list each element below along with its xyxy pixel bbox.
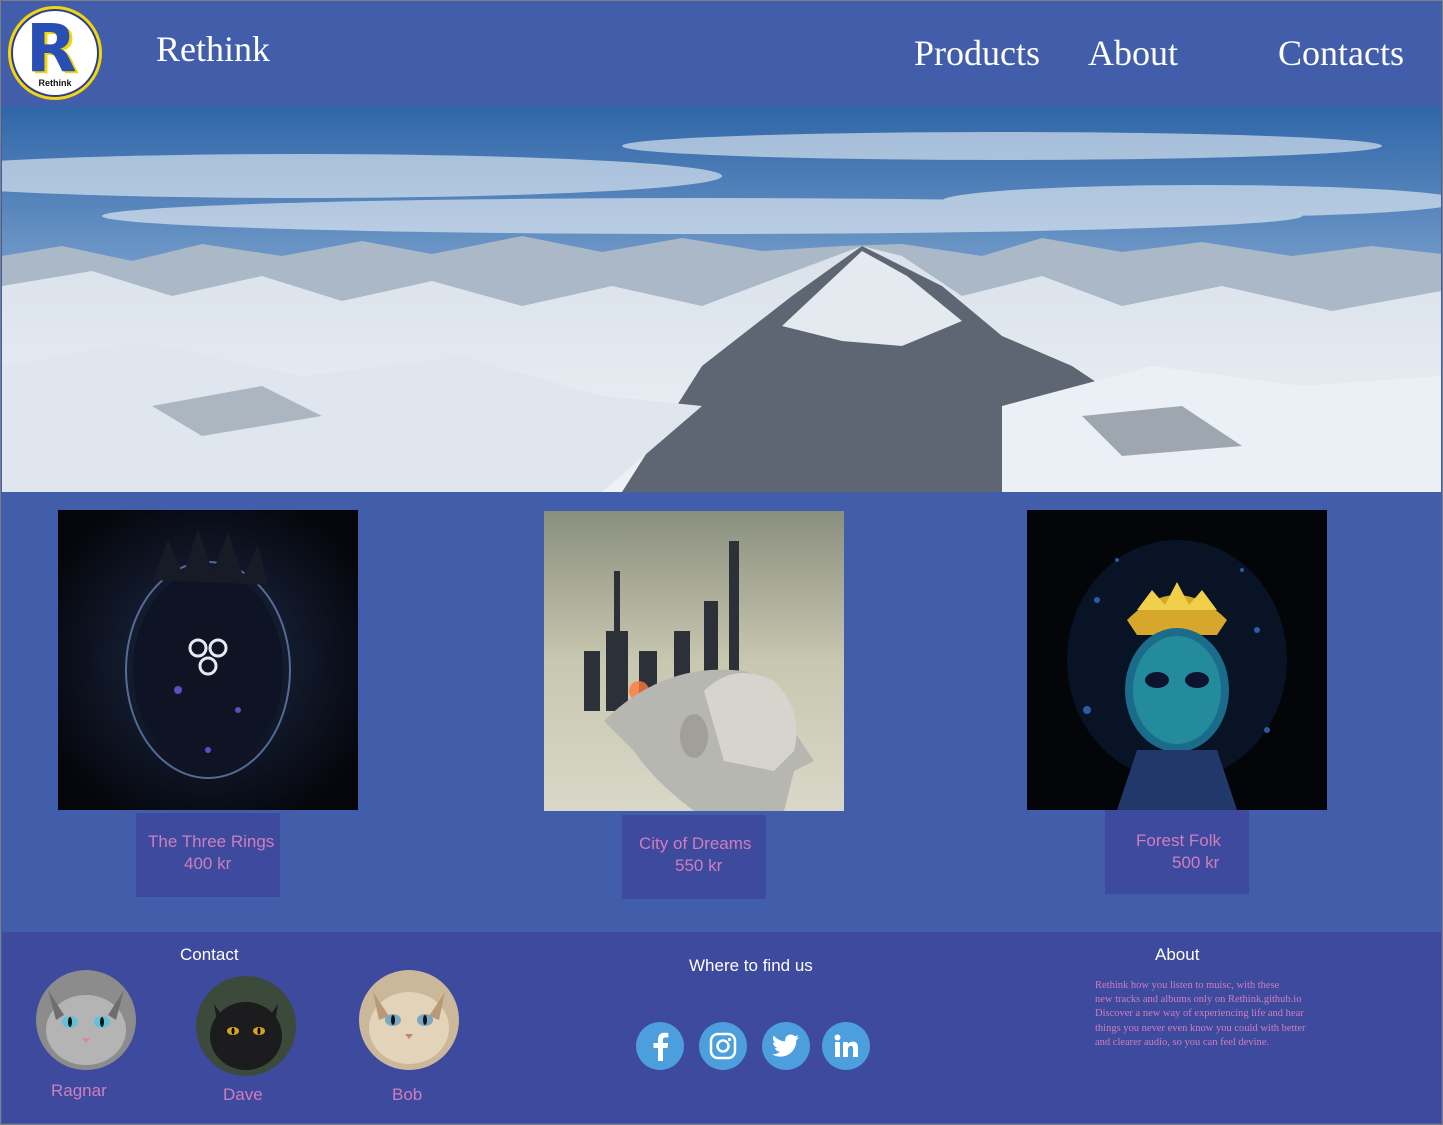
- site-header: R Rethink Rethink Products About Contact…: [0, 0, 1443, 106]
- brand-name[interactable]: Rethink: [156, 28, 270, 70]
- product-caption: The Three Rings 400 kr: [136, 813, 280, 897]
- product-price: 550 kr: [675, 856, 723, 875]
- about-heading: About: [1155, 945, 1200, 964]
- product-name[interactable]: The Three Rings: [136, 831, 280, 853]
- avatar-dave[interactable]: [196, 976, 296, 1076]
- nav-contacts[interactable]: Contacts: [1278, 32, 1404, 74]
- product-price: 400 kr: [184, 854, 232, 873]
- product-caption: Forest Folk 500 kr: [1105, 810, 1249, 894]
- logo-text: Rethink: [38, 78, 72, 88]
- member-name-dave: Dave: [223, 1085, 263, 1104]
- nav-products[interactable]: Products: [914, 32, 1040, 74]
- logo-r-icon: R: [26, 10, 77, 87]
- product-cover-three-rings[interactable]: [58, 510, 358, 810]
- about-text: Rethink how you listen to muisc, with th…: [1095, 980, 1306, 1048]
- instagram-icon[interactable]: [699, 1022, 747, 1070]
- facebook-icon[interactable]: [636, 1022, 684, 1070]
- product-cover-city-of-dreams[interactable]: [544, 511, 844, 811]
- hero-mountain-image: [2, 106, 1441, 492]
- member-name-ragnar: Ragnar: [51, 1081, 107, 1100]
- product-price: 500 kr: [1172, 853, 1220, 872]
- twitter-icon[interactable]: [762, 1022, 810, 1070]
- avatar-ragnar[interactable]: [36, 970, 136, 1070]
- find-us-heading: Where to find us: [689, 956, 813, 975]
- avatar-bob[interactable]: [359, 970, 459, 1070]
- rethink-logo[interactable]: R Rethink: [8, 6, 102, 100]
- linkedin-icon[interactable]: [822, 1022, 870, 1070]
- product-name[interactable]: Forest Folk: [1105, 828, 1249, 852]
- nav-about[interactable]: About: [1088, 32, 1178, 74]
- contact-heading: Contact: [180, 945, 239, 964]
- product-name[interactable]: City of Dreams: [622, 833, 766, 855]
- product-cover-forest-folk[interactable]: [1027, 510, 1327, 810]
- member-name-bob: Bob: [392, 1085, 423, 1104]
- product-caption: City of Dreams 550 kr: [622, 815, 766, 899]
